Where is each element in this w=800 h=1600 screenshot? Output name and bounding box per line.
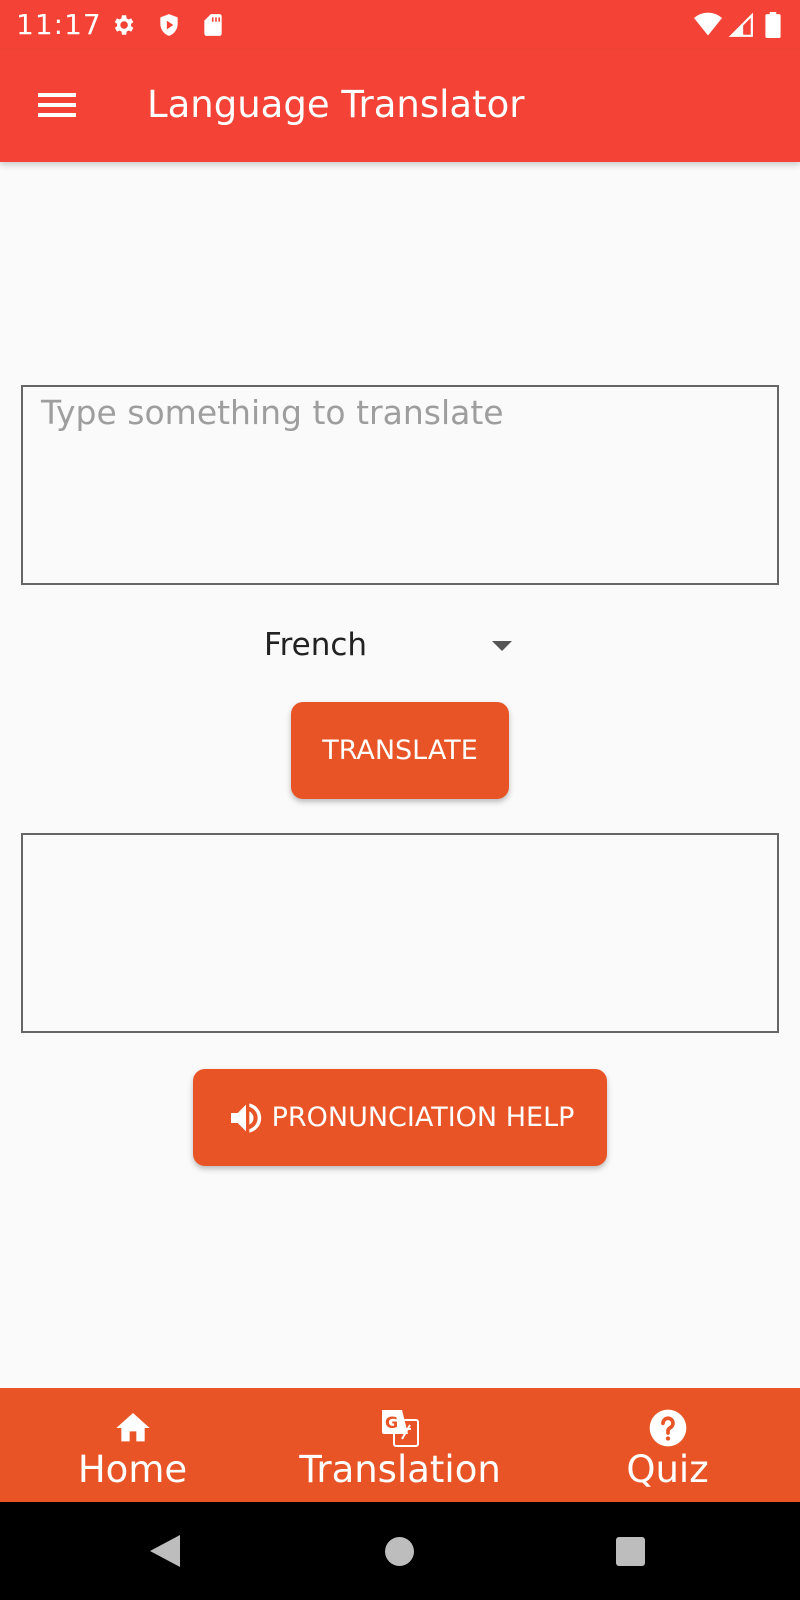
signal-icon <box>728 12 754 38</box>
pronunciation-help-button[interactable]: PRONUNCIATION HELP <box>193 1069 607 1166</box>
dropdown-arrow-icon <box>492 641 512 651</box>
menu-button[interactable] <box>30 80 82 130</box>
nav-translation[interactable]: G Translation <box>292 1388 508 1502</box>
nav-quiz[interactable]: Quiz <box>605 1388 730 1502</box>
translate-button-label: TRANSLATE <box>322 735 478 766</box>
nav-home[interactable]: Home <box>65 1388 200 1502</box>
status-time: 11:17 <box>16 8 102 41</box>
back-icon[interactable] <box>150 1535 180 1567</box>
pronunciation-help-label: PRONUNCIATION HELP <box>271 1102 575 1133</box>
shield-icon <box>156 12 182 38</box>
status-bar: 11:17 <box>0 0 800 50</box>
home-circle-icon[interactable] <box>385 1537 414 1566</box>
language-selected-value: French <box>264 627 368 663</box>
svg-text:G: G <box>385 1413 398 1432</box>
hamburger-menu-icon <box>30 93 82 134</box>
translate-icon: G <box>380 1408 420 1448</box>
nav-translation-label: Translation <box>299 1448 501 1491</box>
bottom-nav: Home G Translation Quiz <box>0 1388 800 1502</box>
translation-output[interactable] <box>21 833 779 1033</box>
help-circle-icon <box>648 1408 688 1448</box>
system-nav-bar <box>0 1502 800 1600</box>
app-title: Language Translator <box>147 83 525 126</box>
battery-icon <box>764 12 782 38</box>
sd-card-icon <box>200 12 226 38</box>
language-select[interactable]: French <box>252 621 522 671</box>
nav-quiz-label: Quiz <box>626 1448 709 1491</box>
translate-button[interactable]: TRANSLATE <box>291 702 509 799</box>
wifi-icon <box>694 12 722 38</box>
translate-input[interactable] <box>21 385 779 585</box>
gear-icon <box>110 12 136 38</box>
recents-square-icon[interactable] <box>616 1537 645 1566</box>
nav-home-label: Home <box>77 1448 188 1491</box>
home-icon <box>113 1408 153 1448</box>
app-bar: Language Translator <box>0 50 800 162</box>
volume-icon <box>226 1098 266 1138</box>
